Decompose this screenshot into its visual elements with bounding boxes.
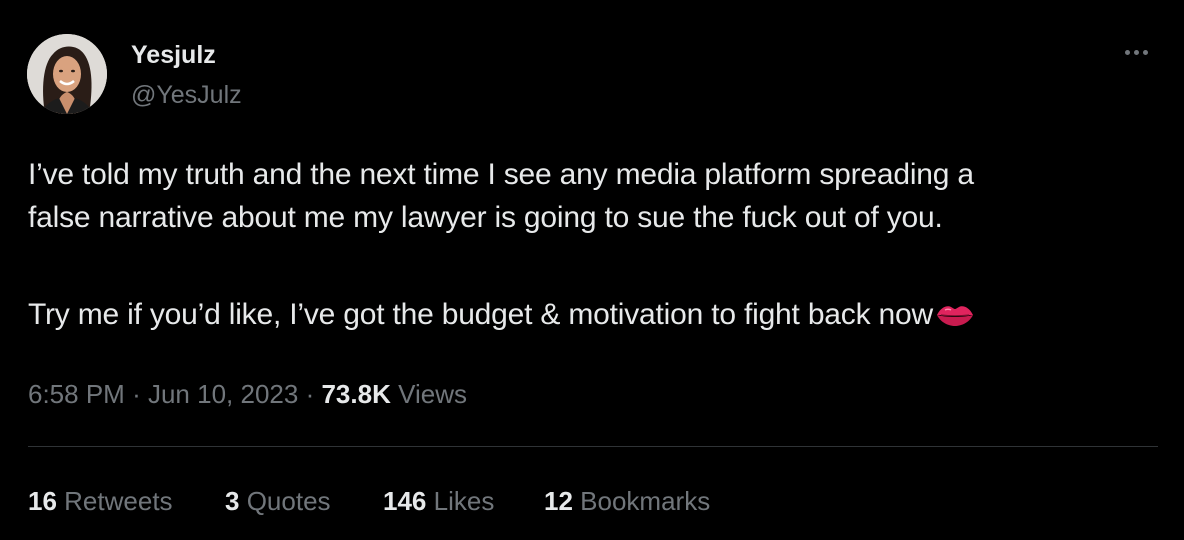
views-count: 73.8K [321,379,391,409]
retweets-label: Retweets [64,486,173,516]
more-dot [1124,49,1130,55]
author-handle[interactable]: @YesJulz [131,80,242,110]
divider [28,446,1158,447]
bookmarks-stat[interactable]: 12 Bookmarks [544,484,710,518]
likes-stat[interactable]: 146 Likes [383,484,494,518]
tweet-line: Try me if you’d like, I’ve got the budge… [28,298,933,331]
more-options-icon[interactable] [1118,38,1154,66]
tweet-card: Yesjulz @YesJulz I’ve told my truth and … [0,0,1184,540]
retweets-count: 16 [28,486,57,516]
likes-count: 146 [383,486,427,516]
tweet-line: false narrative about me my lawyer is go… [28,201,943,234]
kiss-mark-emoji-icon [935,296,975,339]
quotes-count: 3 [225,486,240,516]
tweet-text: I’ve told my truth and the next time I s… [28,153,1168,339]
meta-separator: · [305,379,315,409]
avatar-image [27,34,107,114]
retweets-stat[interactable]: 16 Retweets [28,484,173,518]
bookmarks-count: 12 [544,486,573,516]
quotes-label: Quotes [246,486,331,516]
tweet-line-last: Try me if you’d like, I’ve got the budge… [28,293,1168,339]
avatar[interactable] [27,34,107,114]
bookmarks-label: Bookmarks [580,486,711,516]
more-dot [1142,49,1148,55]
tweet-line: I’ve told my truth and the next time I s… [28,158,974,191]
more-dot [1133,49,1139,55]
tweet-time[interactable]: 6:58 PM [28,379,125,409]
meta-separator: · [132,379,141,409]
likes-label: Likes [433,486,495,516]
quotes-stat[interactable]: 3 Quotes [225,484,331,518]
tweet-date[interactable]: Jun 10, 2023 [148,379,298,409]
author-display-name[interactable]: Yesjulz [131,40,216,70]
views-label: Views [398,379,467,409]
tweet-meta: 6:58 PM · Jun 10, 2023 · 73.8K Views [28,377,467,411]
